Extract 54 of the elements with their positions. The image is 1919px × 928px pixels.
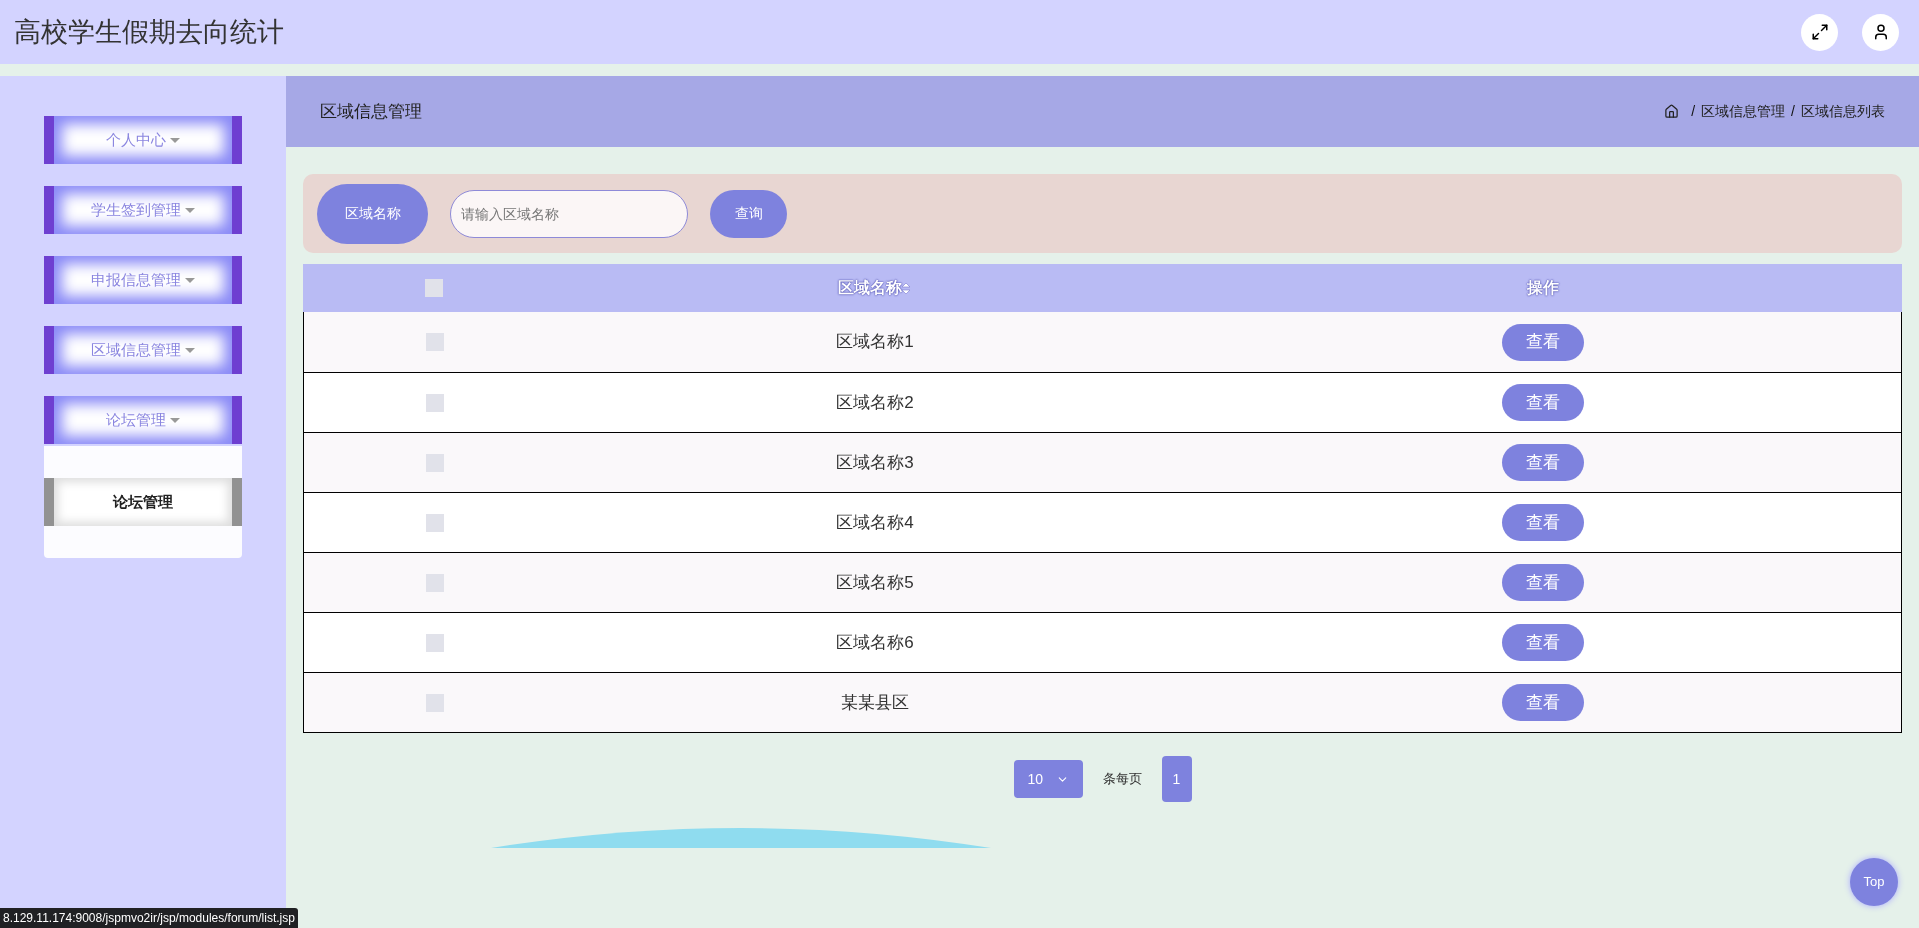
checkbox[interactable]: [426, 333, 444, 351]
submenu-item[interactable]: 论坛管理: [44, 478, 242, 526]
expand-arrows-icon: [1810, 23, 1829, 41]
table-cell-text: 区域名称2: [836, 391, 914, 414]
per-page-label: 条每页: [1102, 770, 1142, 789]
table-cell-text: 区域名称1: [836, 331, 914, 354]
sidebar-menu-item[interactable]: 论坛管理: [44, 396, 242, 444]
sidebar-menu-item[interactable]: 学生签到管理: [44, 186, 242, 234]
checkbox[interactable]: [426, 693, 444, 712]
view-button[interactable]: 查看: [1501, 504, 1584, 541]
breadcrumb-item[interactable]: 区域信息管理: [1701, 101, 1786, 122]
caret-icon: [170, 137, 180, 143]
view-button[interactable]: 查看: [1501, 323, 1584, 361]
search-label: 区域名称: [317, 183, 428, 244]
back-to-top-button[interactable]: Top: [1850, 858, 1898, 906]
checkbox[interactable]: [426, 513, 444, 532]
checkbox[interactable]: [426, 453, 444, 472]
column-header: 操作: [1526, 278, 1559, 298]
view-button[interactable]: 查看: [1501, 384, 1584, 421]
fullscreen-button[interactable]: [1801, 13, 1838, 51]
table-cell-text: 某某县区: [841, 691, 909, 714]
table-cell-text: 区域名称6: [836, 631, 914, 654]
search-button[interactable]: 查询: [710, 189, 787, 238]
table-cell-text: 区域名称5: [836, 571, 914, 594]
home-icon: [1664, 104, 1680, 119]
table-cell-text: 区域名称3: [836, 451, 914, 474]
breadcrumb-item[interactable]: 区域信息列表: [1801, 101, 1885, 122]
caret-icon: [170, 417, 180, 423]
search-field[interactable]: 请输入区域名称: [450, 189, 688, 238]
caret-icon: [185, 347, 195, 353]
page-number[interactable]: 1: [1161, 756, 1192, 802]
sidebar-menu-item[interactable]: 个人中心: [44, 116, 242, 164]
page-title: 区域信息管理: [320, 100, 423, 123]
user-button[interactable]: [1862, 13, 1899, 51]
checkbox[interactable]: [426, 633, 444, 652]
breadcrumb-separator: /: [1791, 102, 1795, 121]
view-button[interactable]: 查看: [1501, 564, 1584, 601]
view-button[interactable]: 查看: [1501, 624, 1584, 661]
view-button[interactable]: 查看: [1501, 684, 1584, 721]
sidebar-menu-item[interactable]: 区域信息管理: [44, 326, 242, 374]
checkbox[interactable]: [426, 393, 444, 412]
breadcrumb-separator: /: [1691, 102, 1696, 121]
caret-icon: [185, 277, 195, 283]
sidebar-menu-item[interactable]: 申报信息管理: [44, 256, 242, 304]
status-url: 8.129.11.174:9008/jspmvo2ir/jsp/modules/forum/list.jsp: [0, 908, 298, 928]
table-cell-text: 区域名称4: [836, 511, 914, 534]
sort-icon: [902, 282, 910, 294]
checkbox[interactable]: [426, 573, 444, 592]
caret-icon: [185, 207, 195, 213]
page-size-select[interactable]: 10: [1013, 760, 1083, 798]
app-title: 高校学生假期去向统计: [14, 15, 285, 49]
checkbox[interactable]: [425, 279, 443, 297]
view-button[interactable]: 查看: [1501, 444, 1584, 481]
column-header[interactable]: 区域名称: [838, 276, 902, 300]
